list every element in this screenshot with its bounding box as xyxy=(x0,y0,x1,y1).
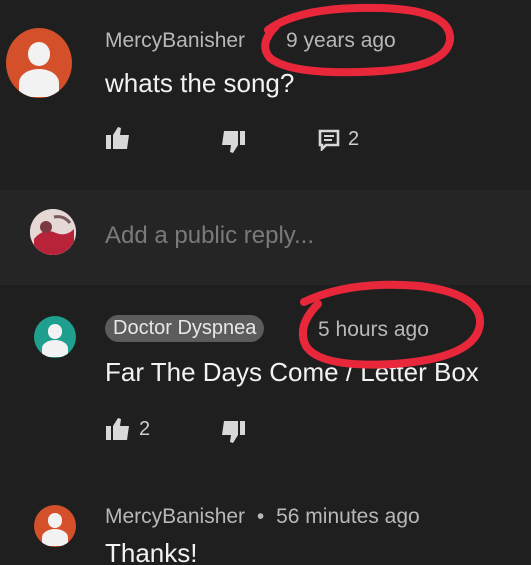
reply-input[interactable]: Add a public reply... xyxy=(105,222,314,250)
comment-author-badge[interactable]: Doctor Dyspnea xyxy=(105,315,265,342)
comment-timestamp[interactable]: 5 hours ago xyxy=(318,318,429,342)
comment-text: Far The Days Come / Letter Box xyxy=(105,357,479,387)
dislike-icon xyxy=(220,130,246,154)
like-button[interactable]: 2 xyxy=(105,417,150,441)
meta-separator: • xyxy=(256,505,265,528)
dislike-button[interactable] xyxy=(220,130,246,154)
reply-count: 2 xyxy=(348,128,360,150)
dislike-icon xyxy=(220,420,246,444)
comment-icon xyxy=(318,129,340,151)
comment-author-name[interactable]: MercyBanisher xyxy=(105,505,245,528)
reply-count-button[interactable]: 2 xyxy=(318,128,359,151)
user-avatar-icon[interactable] xyxy=(34,316,76,358)
comment-text: whats the song? xyxy=(105,68,295,98)
comment-timestamp[interactable]: 9 years ago xyxy=(286,29,396,53)
comment-text: Thanks! xyxy=(105,538,198,565)
like-count: 2 xyxy=(139,417,151,440)
comment-author[interactable]: MercyBanisher xyxy=(105,29,245,53)
comment-author[interactable]: MercyBanisher • 56 minutes ago xyxy=(105,505,420,529)
dislike-button[interactable] xyxy=(220,420,246,444)
user-avatar-icon[interactable] xyxy=(34,505,76,547)
reply-box: Add a public reply... xyxy=(0,190,531,285)
comment-thread-2: Doctor Dyspnea 5 hours ago Far The Days … xyxy=(0,285,531,480)
like-button[interactable] xyxy=(105,126,131,150)
comment-timestamp[interactable]: 56 minutes ago xyxy=(276,505,420,528)
like-icon xyxy=(105,126,131,150)
comments-screen: MercyBanisher 9 years ago whats the song… xyxy=(0,0,531,565)
user-avatar-icon[interactable] xyxy=(6,28,72,98)
comment-thread-1: MercyBanisher 9 years ago whats the song… xyxy=(0,0,531,190)
comment-thread-3: MercyBanisher • 56 minutes ago Thanks! xyxy=(0,480,531,565)
current-user-avatar[interactable] xyxy=(30,209,76,255)
like-icon xyxy=(105,417,131,441)
